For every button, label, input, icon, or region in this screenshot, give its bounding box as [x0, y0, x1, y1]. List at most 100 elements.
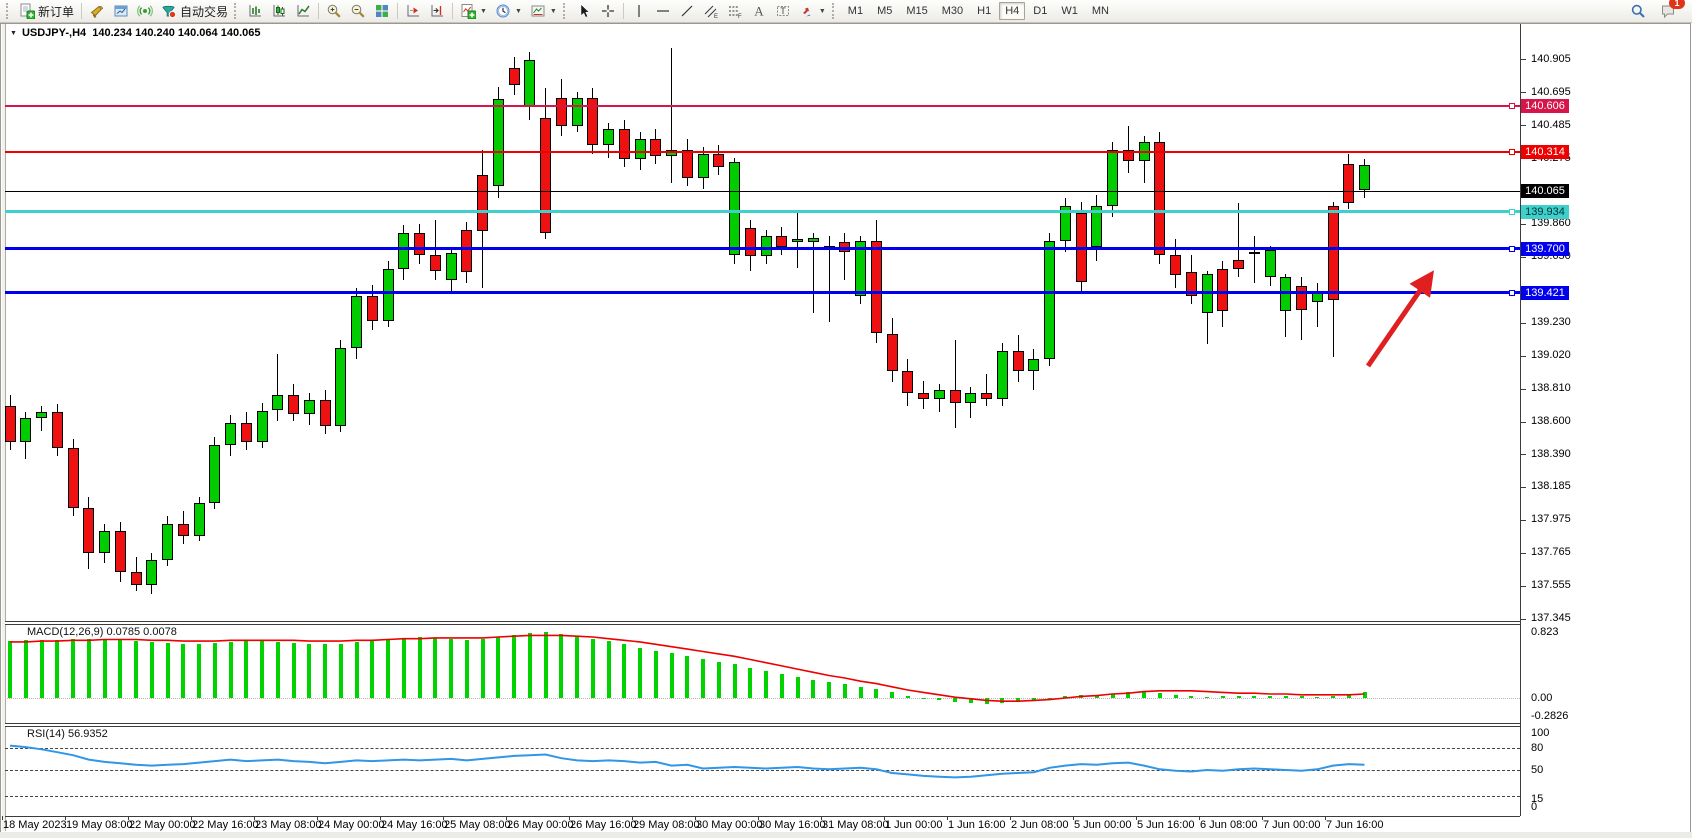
panel-separator[interactable]	[5, 723, 1520, 727]
candle-body	[99, 531, 110, 553]
dropdown-arrow-icon[interactable]: ▼	[819, 8, 826, 15]
horn-button[interactable]	[85, 0, 109, 23]
price-tick	[1521, 92, 1526, 93]
timeframe-m5-button[interactable]: M5	[871, 2, 898, 20]
macd-histogram-bar	[260, 641, 264, 698]
macd-histogram-bar	[544, 632, 548, 698]
zoom-in-button[interactable]	[322, 0, 346, 23]
fibonacci-button[interactable]: F	[723, 0, 747, 23]
text-label-button[interactable]: T	[771, 0, 795, 23]
tile-windows-button[interactable]	[370, 0, 394, 23]
new-order-button[interactable]: 新订单	[15, 0, 78, 23]
price-tick-label: 140.695	[1531, 86, 1571, 98]
toolbar-grip[interactable]	[563, 3, 568, 19]
timeframe-h1-button[interactable]: H1	[971, 2, 997, 20]
line-end-marker[interactable]	[1509, 103, 1515, 109]
vertical-line-button[interactable]	[627, 0, 651, 23]
search-button[interactable]	[1626, 0, 1650, 23]
auto-scroll-button[interactable]	[401, 0, 425, 23]
dropdown-arrow-icon[interactable]: ▼	[480, 8, 487, 15]
time-tick-label: 26 May 00:00	[507, 819, 574, 831]
signals-button[interactable]	[133, 0, 157, 23]
candle-body	[335, 348, 346, 427]
line-chart-button[interactable]	[291, 0, 315, 23]
candle-body	[209, 445, 220, 503]
timeframe-h4-button[interactable]: H4	[999, 2, 1025, 20]
price-tick-label: 137.555	[1531, 579, 1571, 591]
line-end-marker[interactable]	[1509, 149, 1515, 155]
notifications-button[interactable]: 1	[1656, 0, 1680, 23]
timeframe-d1-button[interactable]: D1	[1027, 2, 1053, 20]
line-end-marker[interactable]	[1509, 209, 1515, 215]
collapse-triangle-icon[interactable]: ▼	[10, 30, 17, 37]
arrows-button[interactable]: ▼	[795, 0, 830, 23]
timeframe-mn-button[interactable]: MN	[1086, 2, 1115, 20]
timeframe-w1-button[interactable]: W1	[1055, 2, 1084, 20]
macd-histogram-bar	[323, 644, 327, 698]
candle-body	[115, 531, 126, 572]
macd-histogram-bar	[575, 636, 579, 698]
toolbar-grip[interactable]	[6, 3, 11, 19]
macd-histogram-bar	[1205, 697, 1209, 698]
candle-body	[1233, 260, 1244, 269]
dropdown-arrow-icon[interactable]: ▼	[515, 8, 522, 15]
crosshair-button[interactable]	[596, 0, 620, 23]
candle-wick	[955, 340, 956, 428]
cursor-button[interactable]	[572, 0, 596, 23]
candle-body	[461, 230, 472, 272]
chart-shift-button[interactable]	[425, 0, 449, 23]
toolbar-separator	[81, 3, 82, 19]
templates-button[interactable]: ▼	[526, 0, 561, 23]
horizontal-level-line-139.700[interactable]	[5, 247, 1520, 250]
chart-title: ▼USDJPY-,H4 140.234 140.240 140.064 140.…	[10, 27, 260, 39]
timeframe-m30-button[interactable]: M30	[936, 2, 969, 20]
macd-histogram-bar	[386, 640, 390, 699]
macd-histogram-bar	[1268, 696, 1272, 698]
macd-histogram-bar	[685, 656, 689, 698]
horizontal-line-button[interactable]	[651, 0, 675, 23]
horizontal-level-line-140.606[interactable]	[5, 105, 1520, 107]
macd-histogram-bar	[638, 648, 642, 699]
candle-body	[304, 400, 315, 414]
price-level-badge: 140.314	[1521, 145, 1569, 159]
macd-histogram-bar	[1048, 698, 1052, 699]
macd-histogram-bar	[166, 643, 170, 698]
horizontal-level-line-140.314[interactable]	[5, 151, 1520, 153]
time-tick-label: 25 May 08:00	[444, 819, 511, 831]
panel-separator[interactable]	[5, 621, 1520, 625]
horizontal-level-line-140.065[interactable]	[5, 191, 1520, 192]
horizontal-level-line-139.934[interactable]	[5, 210, 1520, 213]
macd-histogram-bar	[197, 644, 201, 699]
trendline-button[interactable]	[675, 0, 699, 23]
toolbar-right-group: 1	[1626, 0, 1688, 23]
candle-chart-button[interactable]	[267, 0, 291, 23]
candle-body	[918, 393, 929, 399]
equidistant-channel-button[interactable]: E	[699, 0, 723, 23]
bar-chart-button[interactable]	[243, 0, 267, 23]
periods-button[interactable]: ▼	[491, 0, 526, 23]
macd-histogram-bar	[811, 680, 815, 698]
macd-histogram-bar	[748, 668, 752, 699]
text-button[interactable]: A	[747, 0, 771, 23]
indicators-button[interactable]: ▼	[456, 0, 491, 23]
horizontal-level-line-139.421[interactable]	[5, 291, 1520, 294]
dropdown-arrow-icon[interactable]: ▼	[550, 8, 557, 15]
svg-text:A: A	[754, 4, 764, 19]
macd-histogram-bar	[118, 640, 122, 698]
macd-histogram-bar	[764, 671, 768, 698]
price-tick-label: 138.390	[1531, 448, 1571, 460]
line-end-marker[interactable]	[1509, 290, 1515, 296]
zoom-out-button[interactable]	[346, 0, 370, 23]
timeframe-m1-button[interactable]: M1	[842, 2, 869, 20]
toolbar-grip[interactable]	[234, 3, 239, 19]
price-tick	[1521, 389, 1526, 390]
toolbar-grip[interactable]	[832, 3, 837, 19]
macd-histogram-bar	[1237, 696, 1241, 698]
new-chart-button[interactable]	[109, 0, 133, 23]
line-end-marker[interactable]	[1509, 246, 1515, 252]
auto-trading-button[interactable]: 自动交易	[157, 0, 232, 23]
timeframe-m15-button[interactable]: M15	[900, 2, 933, 20]
price-level-badge: 140.606	[1521, 99, 1569, 113]
price-tick-label: 137.345	[1531, 612, 1571, 624]
macd-histogram-bar	[24, 640, 28, 698]
